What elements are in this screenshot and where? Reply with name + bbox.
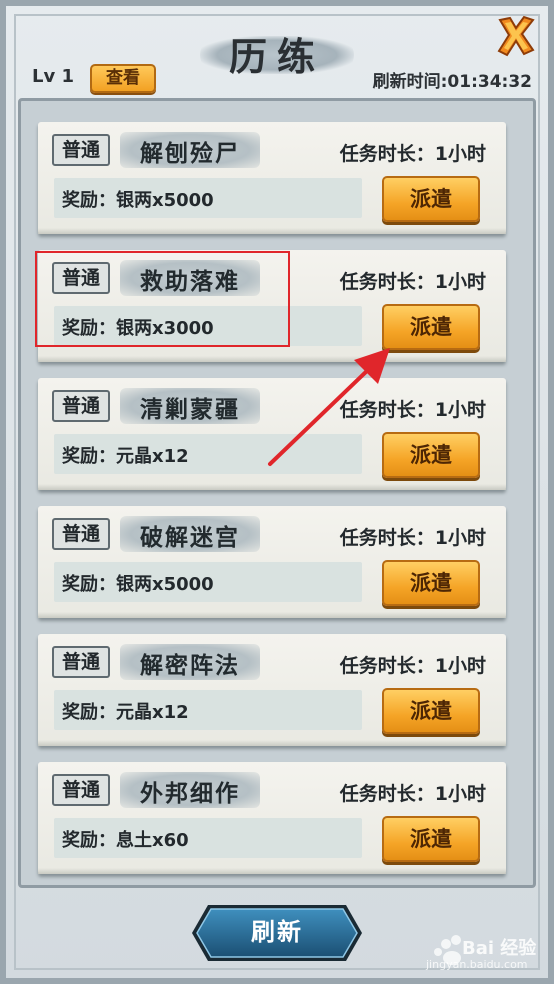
close-button[interactable] <box>496 14 536 58</box>
highlight-annotation-box <box>35 251 290 347</box>
task-card: 普通 外邦细作 任务时长：1小时奖励：息土x60 派遣 <box>38 762 506 874</box>
watermark-text: Bai 经验 <box>462 938 537 959</box>
task-reward: 奖励：银两x5000 <box>62 574 214 595</box>
task-reward: 奖励：息土x60 <box>62 830 189 851</box>
task-type-badge: 普通 <box>52 134 110 166</box>
refresh-button-label: 刷新 <box>251 918 303 946</box>
task-duration: 任务时长：1小时 <box>339 143 486 165</box>
close-icon <box>497 15 535 57</box>
task-card: 普通 解密阵法 任务时长：1小时奖励：元晶x12 派遣 <box>38 634 506 746</box>
dispatch-button[interactable]: 派遣 <box>382 176 480 222</box>
task-type-badge: 普通 <box>52 518 110 550</box>
task-duration: 任务时长：1小时 <box>339 527 486 549</box>
task-reward: 奖励：元晶x12 <box>62 446 189 467</box>
task-name: 解刨殓尸 <box>140 141 240 167</box>
task-name: 外邦细作 <box>140 781 240 807</box>
task-card: 普通 解刨殓尸 任务时长：1小时奖励：银两x5000 派遣 <box>38 122 506 234</box>
task-type-badge: 普通 <box>52 646 110 678</box>
task-name: 解密阵法 <box>140 653 240 679</box>
title-banner: 历练 <box>200 22 354 80</box>
task-type-badge: 普通 <box>52 390 110 422</box>
refresh-timer: 刷新时间:01:34:32 <box>372 72 532 92</box>
task-duration: 任务时长：1小时 <box>339 655 486 677</box>
task-name: 清剿蒙疆 <box>140 397 240 423</box>
task-name: 破解迷宫 <box>140 525 240 551</box>
task-type-badge: 普通 <box>52 774 110 806</box>
level-label: Lv 1 <box>32 66 74 87</box>
task-reward: 奖励：银两x5000 <box>62 190 214 211</box>
annotation-arrow-icon <box>268 348 390 466</box>
watermark-url: jingyan.baidu.com <box>426 958 528 971</box>
view-button[interactable]: 查看 <box>90 64 156 93</box>
task-duration: 任务时长：1小时 <box>339 783 486 805</box>
dispatch-button[interactable]: 派遣 <box>382 688 480 734</box>
dispatch-button[interactable]: 派遣 <box>382 816 480 862</box>
dispatch-button[interactable]: 派遣 <box>382 560 480 606</box>
task-duration: 任务时长：1小时 <box>339 271 486 293</box>
task-card: 普通 破解迷宫 任务时长：1小时奖励：银两x5000 派遣 <box>38 506 506 618</box>
task-reward: 奖励：元晶x12 <box>62 702 189 723</box>
page-title: 历练 <box>228 34 325 79</box>
